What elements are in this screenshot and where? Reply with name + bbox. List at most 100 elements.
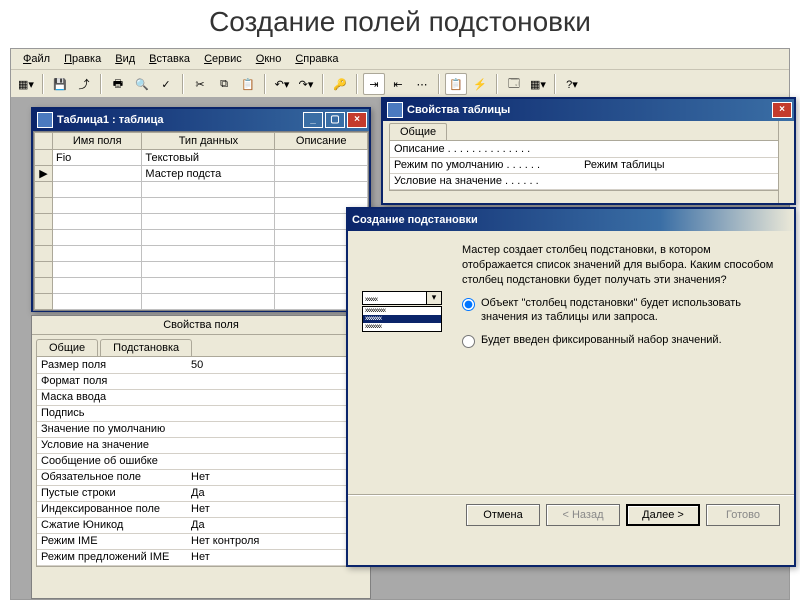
cancel-button[interactable]: Отмена	[466, 504, 540, 526]
prop-value[interactable]: Нет	[187, 469, 365, 485]
table-properties-window: Свойства таблицы × Общие Описание . . . …	[381, 97, 796, 205]
prop-name: Сообщение об ошибке	[37, 453, 187, 469]
prop-name: Обязательное поле	[37, 469, 187, 485]
mdi-workspace: Таблица1 : таблица _ ▢ × Имя поля Тип да…	[11, 97, 789, 599]
radio-type-values[interactable]	[462, 335, 475, 348]
prop-value[interactable]: Нет	[187, 549, 365, 565]
menu-window[interactable]: Окно	[250, 51, 288, 67]
table-icon	[37, 112, 53, 128]
prop-name: Значение по умолчанию	[37, 421, 187, 437]
back-button[interactable]: < Назад	[546, 504, 620, 526]
tab-lookup[interactable]: Подстановка	[100, 339, 192, 356]
prop-value[interactable]	[580, 173, 787, 189]
redo-icon[interactable]: ↷▾	[295, 73, 317, 95]
prop-value[interactable]	[187, 373, 365, 389]
save-icon[interactable]: 💾	[49, 73, 71, 95]
next-button[interactable]: Далее >	[626, 504, 700, 526]
close-button[interactable]: ×	[347, 112, 367, 128]
prop-value[interactable]	[580, 141, 787, 157]
row-selector-header	[35, 133, 53, 150]
prop-value[interactable]: Режим таблицы	[580, 157, 787, 173]
prop-name: Индексированное поле	[37, 501, 187, 517]
tab-general[interactable]: Общие	[36, 339, 98, 356]
prop-name: Режим по умолчанию . . . . . .	[390, 157, 580, 173]
row-selector[interactable]	[35, 294, 53, 310]
row-selector[interactable]	[35, 182, 53, 198]
insert-rows-icon[interactable]: ⇥	[363, 73, 385, 95]
undo-icon[interactable]: ↶▾	[271, 73, 293, 95]
list-item-illustration: xxxxxxxx	[363, 323, 441, 331]
menu-help[interactable]: Справка	[289, 51, 344, 67]
field-desc-cell[interactable]	[275, 150, 368, 166]
prop-value[interactable]: Да	[187, 517, 365, 533]
row-selector[interactable]	[35, 230, 53, 246]
row-selector[interactable]	[35, 198, 53, 214]
menu-insert[interactable]: Вставка	[143, 51, 196, 67]
radio-lookup-from-table[interactable]	[462, 298, 475, 311]
view-mode-button[interactable]: ▦▾	[15, 73, 37, 95]
prop-value[interactable]	[187, 421, 365, 437]
vertical-scrollbar[interactable]	[778, 121, 794, 203]
field-desc-cell[interactable]	[275, 166, 368, 182]
radio-label: Будет введен фиксированный набор значени…	[481, 333, 722, 348]
export-icon[interactable]: ⤴	[73, 73, 95, 95]
prop-value[interactable]	[187, 389, 365, 405]
wizard-intro-text: Мастер создает столбец подстановки, в ко…	[462, 243, 780, 288]
prop-name: Размер поля	[37, 357, 187, 373]
indexes-icon[interactable]: ⚡	[469, 73, 491, 95]
row-selector[interactable]	[35, 214, 53, 230]
database-window-icon[interactable]: 🗔	[503, 73, 525, 95]
prop-name: Пустые строки	[37, 485, 187, 501]
delete-rows-icon[interactable]: ⇤	[387, 73, 409, 95]
cut-icon[interactable]: ✂	[189, 73, 211, 95]
col-fieldname[interactable]: Имя поля	[53, 133, 142, 150]
help-icon[interactable]: ?▾	[561, 73, 583, 95]
radio-label: Объект "столбец подстановки" будет испол…	[481, 296, 780, 326]
prop-name: Описание . . . . . . . . . . . . . .	[390, 141, 580, 157]
row-selector[interactable]	[35, 150, 53, 166]
copy-icon[interactable]: ⧉	[213, 73, 235, 95]
table-window-title: Таблица1 : таблица	[57, 114, 164, 126]
row-selector[interactable]: ▶	[35, 166, 53, 182]
prop-value[interactable]	[187, 453, 365, 469]
prop-value[interactable]: Да	[187, 485, 365, 501]
row-selector[interactable]	[35, 278, 53, 294]
prop-value[interactable]	[187, 437, 365, 453]
list-item-illustration: xxxxxxxxxx	[363, 307, 441, 315]
row-selector[interactable]	[35, 262, 53, 278]
key-icon[interactable]: 🔑	[329, 73, 351, 95]
menu-view[interactable]: Вид	[109, 51, 141, 67]
paste-icon[interactable]: 📋	[237, 73, 259, 95]
close-button[interactable]: ×	[772, 102, 792, 118]
minimize-button[interactable]: _	[303, 112, 323, 128]
maximize-button[interactable]: ▢	[325, 112, 345, 128]
properties-icon[interactable]: 📋	[445, 73, 467, 95]
field-type-cell[interactable]: Мастер подста	[142, 166, 275, 182]
builder-icon[interactable]: ⋯	[411, 73, 433, 95]
prop-value[interactable]: 50	[187, 357, 365, 373]
field-properties-pane: Свойства поля Общие Подстановка Размер п…	[31, 315, 371, 599]
row-selector[interactable]	[35, 246, 53, 262]
wizard-illustration: xxxxxx xxxxxxxxxx xxxxxxxx xxxxxxxx	[362, 243, 450, 352]
tab-general[interactable]: Общие	[389, 123, 447, 140]
print-preview-icon[interactable]: 🔍	[131, 73, 153, 95]
field-name-cell[interactable]: Fio	[53, 150, 142, 166]
menu-tools[interactable]: Сервис	[198, 51, 248, 67]
field-name-cell[interactable]	[53, 166, 142, 182]
col-datatype[interactable]: Тип данных	[142, 133, 275, 150]
menu-file[interactable]: Файл	[17, 51, 56, 67]
field-type-cell[interactable]: Текстовый	[142, 150, 275, 166]
spellcheck-icon[interactable]: ✓	[155, 73, 177, 95]
col-description[interactable]: Описание	[275, 133, 368, 150]
menu-edit[interactable]: Правка	[58, 51, 107, 67]
prop-value[interactable]: Нет	[187, 501, 365, 517]
finish-button[interactable]: Готово	[706, 504, 780, 526]
prop-name: Сжатие Юникод	[37, 517, 187, 533]
print-icon[interactable]: 🖶	[107, 73, 129, 95]
new-object-icon[interactable]: ▦▾	[527, 73, 549, 95]
field-properties-title: Свойства поля	[32, 316, 370, 335]
prop-value[interactable]: Нет контроля	[187, 533, 365, 549]
properties-icon	[387, 102, 403, 118]
prop-value[interactable]	[187, 405, 365, 421]
prop-name: Маска ввода	[37, 389, 187, 405]
